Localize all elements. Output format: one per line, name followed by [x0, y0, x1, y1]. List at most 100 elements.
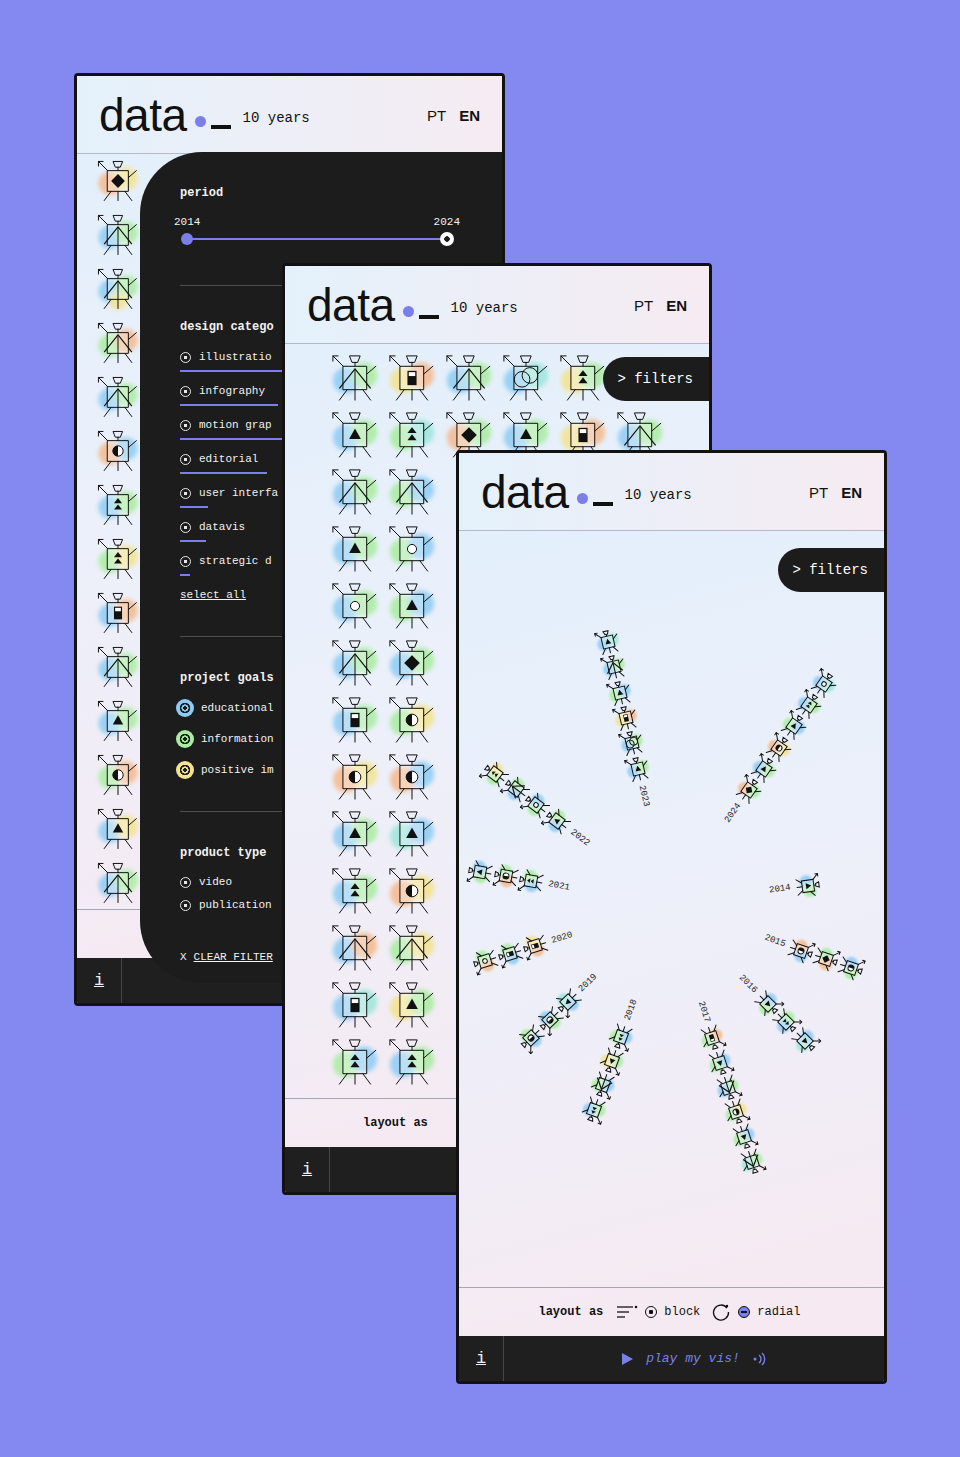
project-glyph[interactable] [494, 937, 526, 969]
category-label[interactable]: user interfa [199, 485, 278, 502]
filters-button[interactable]: > filters [603, 357, 709, 401]
project-glyph[interactable] [736, 1145, 769, 1178]
project-glyph[interactable] [604, 677, 635, 708]
project-glyph[interactable] [593, 626, 624, 657]
category-label[interactable]: strategic d [199, 553, 272, 570]
category-label[interactable]: illustratio [199, 349, 272, 366]
project-glyph[interactable] [95, 752, 141, 798]
project-glyph[interactable] [785, 934, 818, 967]
project-glyph[interactable] [329, 466, 381, 518]
category-label[interactable]: infography [199, 383, 265, 400]
slider-end-handle[interactable] [440, 232, 454, 246]
project-glyph[interactable] [809, 943, 842, 976]
project-glyph[interactable] [95, 428, 141, 474]
project-glyph[interactable] [596, 1044, 629, 1077]
project-glyph[interactable] [793, 871, 822, 900]
project-glyph[interactable] [386, 637, 438, 689]
category-label[interactable]: editorial [199, 451, 258, 468]
logo-text[interactable]: data [307, 282, 395, 328]
project-glyph[interactable] [95, 374, 141, 420]
project-glyph[interactable] [386, 580, 438, 632]
goal-label[interactable]: information [201, 731, 274, 748]
layout-radio[interactable] [738, 1306, 750, 1318]
project-glyph[interactable] [95, 806, 141, 852]
project-glyph[interactable] [329, 808, 381, 860]
project-glyph[interactable] [519, 930, 551, 962]
logo[interactable]: data [481, 469, 613, 515]
project-glyph[interactable] [500, 352, 552, 404]
project-glyph[interactable] [490, 861, 520, 891]
language-option[interactable]: EN [666, 295, 687, 318]
project-glyph[interactable] [386, 694, 438, 746]
project-glyph[interactable] [512, 1020, 549, 1057]
info-label[interactable]: i [302, 1157, 312, 1183]
project-glyph[interactable] [443, 352, 495, 404]
play-label[interactable]: play my vis! [646, 1349, 740, 1369]
slider-start-handle[interactable] [181, 233, 193, 245]
project-glyph[interactable] [465, 857, 495, 887]
layout-radio[interactable] [645, 1306, 657, 1318]
project-glyph[interactable] [516, 866, 546, 896]
project-glyph[interactable] [557, 352, 609, 404]
project-glyph[interactable] [834, 951, 867, 984]
project-glyph[interactable] [329, 865, 381, 917]
layout-option[interactable]: block [664, 1303, 700, 1321]
logo[interactable]: data [99, 92, 231, 138]
project-glyph[interactable] [386, 808, 438, 860]
project-glyph[interactable] [386, 352, 438, 404]
filters-button[interactable]: > filters [778, 548, 884, 592]
play-button[interactable]: play my vis! [504, 1336, 884, 1381]
clear-label[interactable]: CLEAR FILTER [194, 949, 273, 965]
info-button[interactable]: i [77, 958, 122, 1003]
language-option[interactable]: PT [427, 105, 446, 128]
project-glyph[interactable] [386, 523, 438, 575]
project-glyph[interactable] [746, 751, 782, 787]
project-glyph[interactable] [786, 1022, 823, 1059]
project-glyph[interactable] [497, 771, 533, 807]
project-glyph[interactable] [610, 702, 641, 733]
project-glyph[interactable] [95, 482, 141, 528]
logo[interactable]: data [307, 282, 439, 328]
project-glyph[interactable] [386, 409, 438, 461]
project-glyph[interactable] [329, 1036, 381, 1088]
project-glyph[interactable] [604, 1020, 637, 1053]
language-option[interactable]: PT [634, 295, 653, 318]
project-glyph[interactable] [704, 1046, 737, 1079]
period-slider[interactable] [187, 230, 447, 248]
project-glyph[interactable] [386, 979, 438, 1031]
logo-text[interactable]: data [99, 92, 187, 138]
goal-label[interactable]: positive im [201, 762, 274, 779]
info-label[interactable]: i [476, 1346, 486, 1372]
project-glyph[interactable] [95, 536, 141, 582]
logo-text[interactable]: data [481, 469, 569, 515]
category-label[interactable]: motion grap [199, 417, 272, 434]
project-glyph[interactable] [386, 1036, 438, 1088]
project-glyph[interactable] [469, 945, 501, 977]
info-button[interactable]: i [459, 1336, 504, 1381]
project-glyph[interactable] [696, 1022, 729, 1055]
product-label[interactable]: publication [199, 897, 272, 914]
project-glyph[interactable] [95, 590, 141, 636]
project-glyph[interactable] [95, 212, 141, 258]
project-glyph[interactable] [329, 352, 381, 404]
project-glyph[interactable] [329, 751, 381, 803]
project-glyph[interactable] [95, 266, 141, 312]
project-glyph[interactable] [622, 753, 653, 784]
language-option[interactable]: EN [841, 482, 862, 505]
project-glyph[interactable] [95, 644, 141, 690]
product-label[interactable]: video [199, 874, 232, 891]
project-glyph[interactable] [329, 409, 381, 461]
project-glyph[interactable] [329, 922, 381, 974]
project-glyph[interactable] [386, 751, 438, 803]
layout-option[interactable]: radial [757, 1303, 800, 1321]
project-glyph[interactable] [329, 580, 381, 632]
project-glyph[interactable] [386, 865, 438, 917]
project-glyph[interactable] [761, 730, 797, 766]
goal-label[interactable]: educational [201, 700, 274, 717]
project-glyph[interactable] [329, 694, 381, 746]
project-glyph[interactable] [95, 158, 141, 204]
project-glyph[interactable] [587, 1069, 620, 1102]
info-label[interactable]: i [94, 968, 104, 994]
project-glyph[interactable] [518, 787, 554, 823]
project-glyph[interactable] [776, 708, 812, 744]
